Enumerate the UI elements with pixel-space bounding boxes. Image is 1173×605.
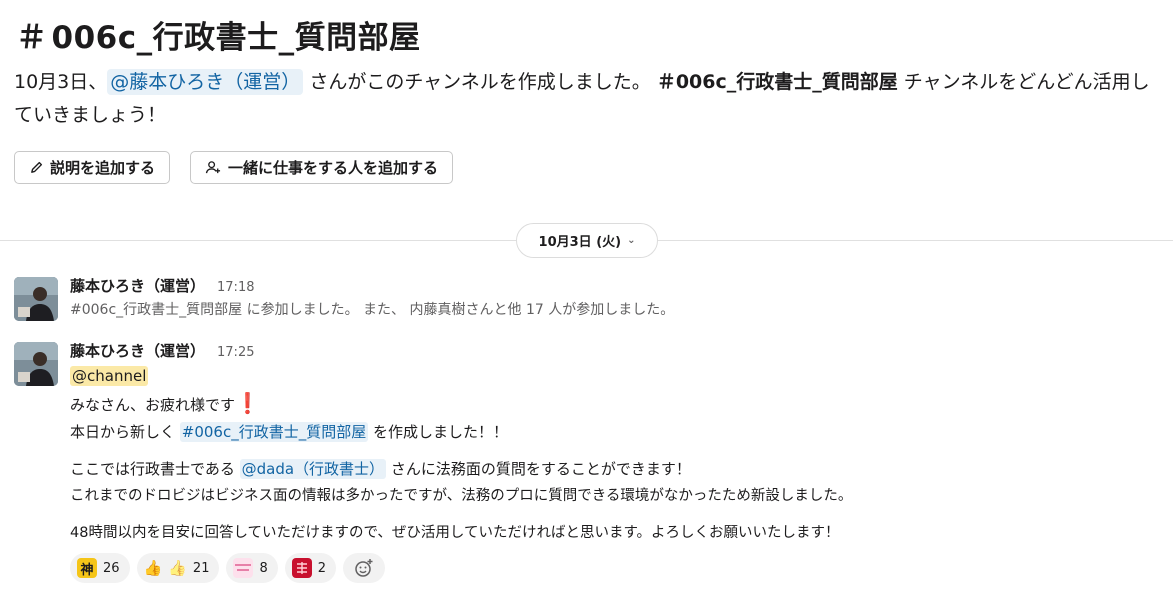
intro-channel-name: ＃006c_行政書士_質問部屋 [656, 71, 898, 93]
message-header: 藤本ひろき（運営） 17:25 [70, 340, 1150, 361]
message-line: ここでは行政書士である @dada（行政書士） さんに法務面の質問をすることがで… [70, 456, 1150, 483]
reaction-thumbs-up[interactable]: 👍 👍 21 [136, 553, 220, 583]
timestamp[interactable]: 17:25 [217, 345, 254, 360]
message-line: みなさん、お疲れ様です❗ [70, 390, 1150, 419]
creator-mention[interactable]: @藤本ひろき（運営） [107, 69, 304, 95]
message-text: ここでは行政書士である [70, 460, 240, 478]
date-divider-button[interactable]: 10月3日 (火) ⌄ [516, 223, 658, 258]
avatar-photo [14, 277, 58, 321]
kami-emoji-icon: 神 [77, 558, 97, 578]
reaction-bar: 神 26 👍 👍 21 8 2 [70, 553, 1150, 583]
add-description-label: 説明を追加する [50, 159, 156, 177]
reaction-red-stamp[interactable]: 2 [284, 553, 337, 583]
channel-link[interactable]: #006c_行政書士_質問部屋 [179, 422, 369, 442]
message-text: 本日から新しく [70, 423, 180, 441]
reaction-count: 21 [192, 560, 210, 576]
sticker-icon [233, 558, 254, 578]
add-reaction-button[interactable] [343, 553, 386, 583]
channel-name: 006c_行政書士_質問部屋 [51, 20, 421, 56]
message-line: これまでのドロビジはビジネス面の情報は多かったですが、法務のプロに質問できる環境… [70, 488, 853, 504]
reaction-count: 26 [103, 560, 120, 576]
reaction-count: 8 [259, 560, 268, 576]
system-message: #006c_行政書士_質問部屋 に参加しました。 また、 内藤真樹さんと他 17… [70, 302, 675, 318]
channel-mention[interactable]: @channel [70, 366, 149, 386]
message-line: 本日から新しく #006c_行政書士_質問部屋 を作成しました！！ [70, 419, 1150, 446]
avatar[interactable] [14, 277, 58, 321]
add-description-button[interactable]: 説明を追加する [14, 151, 171, 184]
intro-actions: 説明を追加する 一緒に仕事をする人を追加する [14, 151, 454, 184]
reaction-count: 2 [317, 560, 327, 576]
add-people-button[interactable]: 一緒に仕事をする人を追加する [190, 151, 454, 184]
message-text: さんに法務面の質問をすることができます！ [386, 460, 691, 478]
pencil-icon [31, 161, 43, 173]
channel-intro: 10月3日、 @藤本ひろき（運営） さんがこのチャンネルを作成しました。 ＃006… [14, 66, 1159, 132]
avatar-photo [14, 342, 58, 386]
sender-name[interactable]: 藤本ひろき（運営） [70, 277, 205, 295]
avatar[interactable] [14, 342, 58, 386]
timestamp[interactable]: 17:18 [217, 280, 254, 295]
message-text: みなさん、お疲れ様です [70, 396, 236, 414]
reaction-sticker[interactable]: 8 [226, 553, 278, 583]
user-mention[interactable]: @dada（行政書士） [239, 459, 387, 479]
date-divider-label: 10月3日 (火) [538, 235, 622, 250]
message-text: を作成しました！！ [368, 423, 509, 441]
reaction-kami[interactable]: 神 26 [70, 553, 130, 583]
intro-date: 10月3日、 [14, 71, 108, 93]
red-stamp-icon [291, 558, 312, 578]
add-emoji-icon [355, 559, 373, 577]
message-header: 藤本ひろき（運営） 17:18 [70, 275, 1150, 296]
exclamation-icon: ❗ [235, 391, 260, 415]
thumbs-up-icon: 👍 [143, 559, 163, 577]
chevron-down-icon: ⌄ [627, 235, 636, 246]
thumbs-up-light-icon: 👍 [168, 559, 187, 577]
sender-name[interactable]: 藤本ひろき（運営） [70, 342, 205, 360]
channel-title: ＃ 006c_行政書士_質問部屋 [16, 12, 421, 57]
add-people-label: 一緒に仕事をする人を追加する [228, 159, 439, 177]
channel-hash: ＃ [16, 20, 48, 56]
add-person-icon [205, 161, 221, 174]
message-line: 48時間以内を目安に回答していただけますので、ぜひ活用していただければと思います… [70, 525, 840, 541]
intro-text: さんがこのチャンネルを作成しました。 [303, 71, 651, 93]
